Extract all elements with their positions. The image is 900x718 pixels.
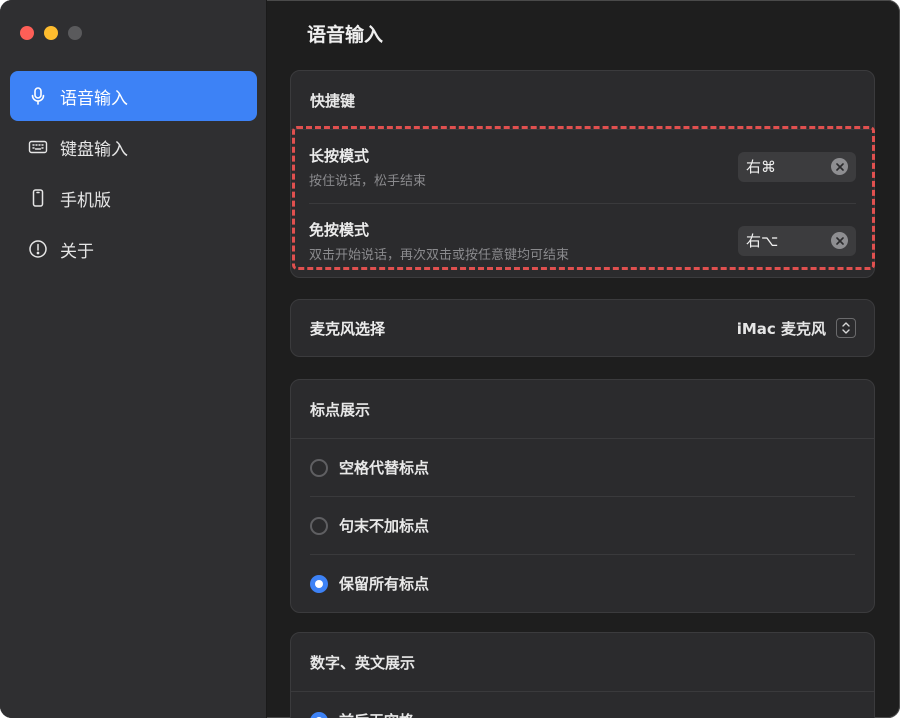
radio-label: 句末不加标点 — [339, 517, 430, 535]
punctuation-option-keep-all[interactable]: 保留所有标点 — [310, 554, 855, 612]
radio-button-checked[interactable] — [310, 574, 328, 593]
radio-button[interactable] — [310, 516, 328, 535]
hold-mode-row: 长按模式 按住说话，松手结束 右⌘ — [309, 130, 856, 203]
free-mode-shortcut-field[interactable]: 右⌥ — [738, 225, 856, 256]
numbers-english-header: 数字、英文展示 — [291, 633, 874, 692]
updown-chevron-icon — [836, 318, 856, 338]
sidebar-item-label: 关于 — [60, 241, 94, 262]
numbers-english-card: 数字、英文展示 前后无空格 — [290, 632, 875, 718]
clear-shortcut-button[interactable] — [831, 232, 848, 249]
hold-mode-shortcut-field[interactable]: 右⌘ — [738, 151, 856, 182]
minimize-window-button[interactable] — [44, 26, 58, 40]
hold-mode-title: 长按模式 — [309, 146, 370, 165]
sidebar-nav: 语音输入 键盘输入 手机版 关于 — [10, 71, 257, 275]
zoom-window-button[interactable] — [68, 26, 82, 40]
window-controls — [20, 26, 82, 40]
shortcuts-card: 快捷键 长按模式 按住说话，松手结束 右⌘ 免按模式 双击开始说话，再次双击或按… — [290, 70, 875, 278]
hold-mode-subtitle: 按住说话，松手结束 — [309, 173, 427, 189]
microphone-card: 麦克风选择 iMac 麦克风 — [290, 299, 875, 357]
sidebar: 语音输入 键盘输入 手机版 关于 — [0, 0, 267, 718]
free-mode-title: 免按模式 — [309, 220, 370, 239]
radio-label: 前后无空格 — [339, 710, 414, 718]
radio-button[interactable] — [310, 458, 328, 477]
free-mode-row: 免按模式 双击开始说话，再次双击或按任意键均可结束 右⌥ — [309, 203, 856, 277]
sidebar-item-label: 语音输入 — [60, 88, 128, 109]
punctuation-card: 标点展示 空格代替标点 句末不加标点 保留所有标点 — [290, 379, 875, 613]
microphone-select[interactable]: iMac 麦克风 — [737, 318, 856, 339]
page-title: 语音输入 — [307, 24, 384, 46]
numbers-option-no-space[interactable]: 前后无空格 — [310, 692, 855, 718]
microphone-value: iMac 麦克风 — [736, 319, 826, 338]
radio-label: 保留所有标点 — [339, 575, 430, 593]
sidebar-item-label: 手机版 — [60, 190, 111, 211]
sidebar-item-label: 键盘输入 — [60, 139, 128, 160]
punctuation-option-no-end[interactable]: 句末不加标点 — [310, 496, 855, 554]
free-mode-subtitle: 双击开始说话，再次双击或按任意键均可结束 — [309, 247, 570, 263]
microphone-icon — [28, 86, 48, 106]
close-window-button[interactable] — [20, 26, 34, 40]
shortcuts-header: 快捷键 — [291, 71, 874, 130]
radio-label: 空格代替标点 — [339, 459, 430, 477]
punctuation-header: 标点展示 — [291, 380, 874, 439]
keyboard-icon — [28, 137, 48, 157]
app-window: 语音输入 键盘输入 手机版 关于 语音输入 快捷键 长按模式 按住说话，松手结束… — [0, 0, 900, 718]
phone-icon — [28, 188, 48, 208]
sidebar-item-mobile[interactable]: 手机版 — [10, 173, 257, 223]
close-icon — [835, 236, 844, 245]
sidebar-item-keyboard-input[interactable]: 键盘输入 — [10, 122, 257, 172]
close-icon — [835, 162, 844, 171]
microphone-label: 麦克风选择 — [310, 319, 386, 338]
clear-shortcut-button[interactable] — [831, 158, 848, 175]
radio-button-checked[interactable] — [310, 711, 328, 718]
info-icon — [28, 239, 48, 259]
punctuation-option-space[interactable]: 空格代替标点 — [310, 439, 855, 496]
hold-mode-shortcut-key: 右⌘ — [746, 158, 777, 176]
sidebar-item-about[interactable]: 关于 — [10, 224, 257, 274]
sidebar-item-voice-input[interactable]: 语音输入 — [10, 71, 257, 121]
microphone-row: 麦克风选择 iMac 麦克风 — [291, 300, 874, 356]
main-content: 语音输入 快捷键 长按模式 按住说话，松手结束 右⌘ 免按模式 双击开始说话，再… — [267, 0, 900, 718]
free-mode-shortcut-key: 右⌥ — [746, 232, 779, 250]
